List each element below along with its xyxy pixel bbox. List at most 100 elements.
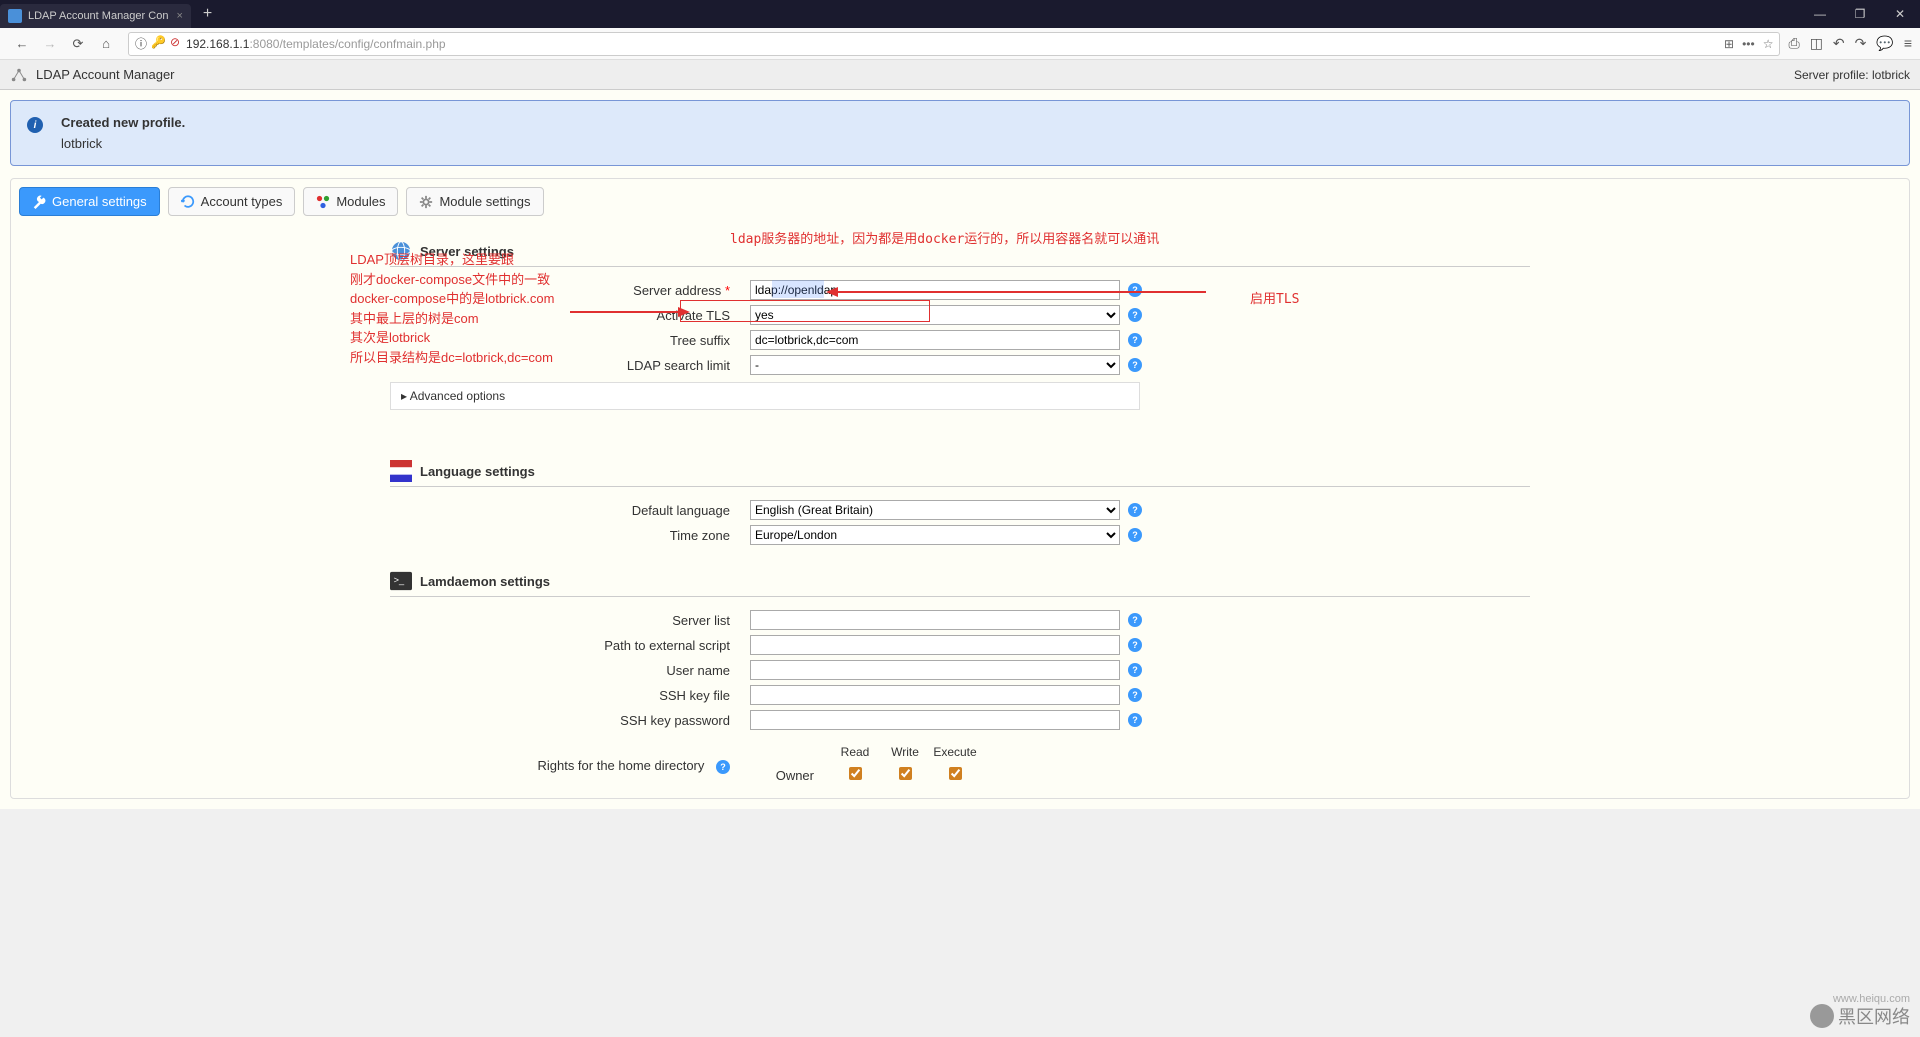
settings-panel: General settings Account types Modules M… bbox=[10, 178, 1910, 799]
url-host: 192.168.1.1 bbox=[186, 37, 249, 51]
owner-execute-checkbox[interactable] bbox=[949, 767, 962, 780]
user-name-label: User name bbox=[390, 663, 750, 678]
help-icon[interactable]: ? bbox=[1128, 308, 1142, 322]
script-path-input[interactable] bbox=[750, 635, 1120, 655]
bookmark-icon[interactable]: ☆ bbox=[1763, 37, 1774, 51]
home-button[interactable]: ⌂ bbox=[94, 32, 118, 56]
notification-body: lotbrick bbox=[61, 136, 185, 151]
help-icon[interactable]: ? bbox=[1128, 333, 1142, 347]
language-settings-header: Language settings bbox=[390, 460, 1530, 487]
activate-tls-label: Activate TLS bbox=[390, 308, 750, 323]
browser-tab[interactable]: LDAP Account Manager Con × bbox=[0, 4, 191, 28]
back-button[interactable]: ← bbox=[10, 32, 34, 56]
new-tab-button[interactable]: + bbox=[197, 5, 218, 23]
tree-suffix-label: Tree suffix bbox=[390, 333, 750, 348]
script-path-label: Path to external script bbox=[390, 638, 750, 653]
help-icon[interactable]: ? bbox=[1128, 713, 1142, 727]
ssh-key-label: SSH key file bbox=[390, 688, 750, 703]
server-list-input[interactable] bbox=[750, 610, 1120, 630]
ssh-key-input[interactable] bbox=[750, 685, 1120, 705]
owner-read-checkbox[interactable] bbox=[849, 767, 862, 780]
notification-title: Created new profile. bbox=[61, 115, 185, 130]
app-header: LDAP Account Manager Server profile: lot… bbox=[0, 60, 1920, 90]
server-profile-label: Server profile: lotbrick bbox=[1794, 68, 1910, 82]
server-list-label: Server list bbox=[390, 613, 750, 628]
menu-icon[interactable]: ≡ bbox=[1904, 35, 1912, 52]
refresh-icon bbox=[181, 195, 195, 209]
help-icon[interactable]: ? bbox=[1128, 613, 1142, 627]
info-icon[interactable]: ⓘ bbox=[135, 35, 147, 52]
info-icon: i bbox=[27, 117, 43, 133]
key-icon[interactable]: 🔑 bbox=[151, 35, 166, 52]
language-settings-title: Language settings bbox=[420, 464, 535, 479]
window-minimize-icon[interactable]: — bbox=[1800, 0, 1840, 28]
app-logo-icon bbox=[10, 66, 28, 84]
search-limit-label: LDAP search limit bbox=[390, 358, 750, 373]
window-maximize-icon[interactable]: ❐ bbox=[1840, 0, 1880, 28]
server-settings-title: Server settings bbox=[420, 244, 514, 259]
flag-icon bbox=[390, 460, 412, 482]
app-title: LDAP Account Manager bbox=[36, 67, 175, 82]
search-limit-select[interactable]: - bbox=[750, 355, 1120, 375]
reload-button[interactable]: ⟳ bbox=[66, 32, 90, 56]
tabs-bar: General settings Account types Modules M… bbox=[19, 187, 1901, 216]
tab-modules[interactable]: Modules bbox=[303, 187, 398, 216]
modules-icon bbox=[316, 195, 330, 209]
user-name-input[interactable] bbox=[750, 660, 1120, 680]
help-icon[interactable]: ? bbox=[1128, 283, 1142, 297]
help-icon[interactable]: ? bbox=[1128, 358, 1142, 372]
advanced-options-toggle[interactable]: ▸ Advanced options bbox=[390, 382, 1140, 410]
ssh-pass-label: SSH key password bbox=[390, 713, 750, 728]
default-language-select[interactable]: English (Great Britain) bbox=[750, 500, 1120, 520]
tab-close-icon[interactable]: × bbox=[176, 10, 182, 22]
sidebar-icon[interactable]: ◫ bbox=[1810, 35, 1823, 52]
globe-icon bbox=[390, 240, 412, 262]
tree-suffix-input[interactable] bbox=[750, 330, 1120, 350]
tab-account-types[interactable]: Account types bbox=[168, 187, 296, 216]
url-bar[interactable]: ⓘ 🔑 ⊘ 192.168.1.1:8080/templates/config/… bbox=[128, 32, 1780, 56]
terminal-icon: >_ bbox=[390, 570, 412, 592]
gear-icon bbox=[419, 195, 433, 209]
tab-title: LDAP Account Manager Con bbox=[28, 10, 168, 22]
tab-favicon bbox=[8, 9, 22, 23]
tab-module-settings[interactable]: Module settings bbox=[406, 187, 543, 216]
lamdaemon-settings-header: >_ Lamdaemon settings bbox=[390, 570, 1530, 597]
help-icon[interactable]: ? bbox=[1128, 663, 1142, 677]
window-close-icon[interactable]: ✕ bbox=[1880, 0, 1920, 28]
help-icon[interactable]: ? bbox=[716, 760, 730, 774]
server-address-input[interactable] bbox=[750, 280, 1120, 300]
lamdaemon-settings-title: Lamdaemon settings bbox=[420, 574, 550, 589]
help-icon[interactable]: ? bbox=[1128, 638, 1142, 652]
browser-tab-bar: LDAP Account Manager Con × + — ❐ ✕ bbox=[0, 0, 1920, 28]
ssh-pass-input[interactable] bbox=[750, 710, 1120, 730]
help-icon[interactable]: ? bbox=[1128, 528, 1142, 542]
undo-icon[interactable]: ↶ bbox=[1833, 35, 1845, 52]
watermark-logo-icon bbox=[1810, 1004, 1834, 1028]
library-icon[interactable]: ⎙ bbox=[1788, 35, 1799, 52]
owner-write-checkbox[interactable] bbox=[899, 767, 912, 780]
watermark: 黑区网络 bbox=[1810, 1003, 1910, 1029]
help-icon[interactable]: ? bbox=[1128, 503, 1142, 517]
tab-general-settings[interactable]: General settings bbox=[19, 187, 160, 216]
rights-owner-label: Owner bbox=[750, 768, 830, 783]
server-settings-header: Server settings bbox=[390, 240, 1530, 267]
activate-tls-select[interactable]: yes bbox=[750, 305, 1120, 325]
main-content: i Created new profile. lotbrick General … bbox=[0, 90, 1920, 809]
chat-icon[interactable]: 💬 bbox=[1876, 35, 1893, 52]
svg-text:>_: >_ bbox=[394, 575, 405, 585]
browser-toolbar: ← → ⟳ ⌂ ⓘ 🔑 ⊘ 192.168.1.1:8080/templates… bbox=[0, 28, 1920, 60]
redo-icon[interactable]: ↷ bbox=[1855, 35, 1867, 52]
timezone-select[interactable]: Europe/London bbox=[750, 525, 1120, 545]
url-path: :8080/templates/config/confmain.php bbox=[249, 37, 445, 51]
timezone-label: Time zone bbox=[390, 528, 750, 543]
notification-box: i Created new profile. lotbrick bbox=[10, 100, 1910, 166]
blocked-icon[interactable]: ⊘ bbox=[170, 35, 180, 52]
help-icon[interactable]: ? bbox=[1128, 688, 1142, 702]
rights-execute-header: Execute bbox=[930, 745, 980, 759]
more-icon[interactable]: ••• bbox=[1742, 37, 1755, 51]
rights-read-header: Read bbox=[830, 745, 880, 759]
rights-label: Rights for the home directory ? bbox=[390, 758, 750, 774]
qr-icon[interactable]: ⊞ bbox=[1724, 37, 1734, 51]
forward-button[interactable]: → bbox=[38, 32, 62, 56]
server-address-label: Server address * bbox=[390, 283, 750, 298]
